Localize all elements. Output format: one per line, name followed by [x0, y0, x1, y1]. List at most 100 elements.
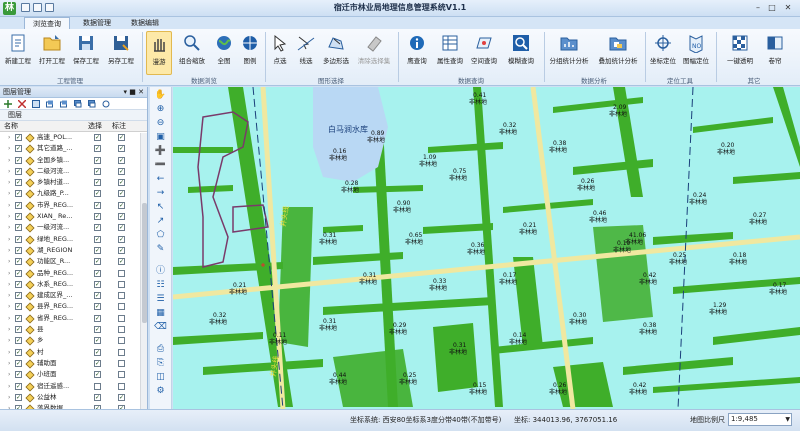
add-layer-icon[interactable] — [4, 100, 12, 108]
layer-visible-checkbox[interactable]: ✓ — [15, 292, 22, 300]
layer-select-checkbox[interactable]: ✓ — [94, 326, 101, 334]
layer-label-checkbox[interactable] — [118, 359, 125, 367]
move-top-icon[interactable] — [46, 100, 54, 108]
layer-visible-checkbox[interactable]: ✓ — [15, 269, 22, 277]
layer-row[interactable]: › ✓ 功能区_R... ✓ ✓ — [0, 256, 147, 267]
layer-label-checkbox[interactable] — [118, 326, 125, 334]
line-tool-icon[interactable]: ↗ — [154, 215, 167, 227]
layer-select-checkbox[interactable]: ✓ — [94, 224, 101, 232]
layer-visible-checkbox[interactable]: ✓ — [15, 246, 22, 254]
one-click-transparent-button[interactable]: 一键透明 — [720, 31, 760, 75]
area-measure-icon[interactable]: ▦ — [154, 307, 167, 319]
expand-icon[interactable]: › — [8, 324, 10, 335]
layer-label-checkbox[interactable]: ✓ — [118, 258, 125, 266]
layer-row[interactable]: › ✓ 全国乡镇... ✓ ✓ — [0, 155, 147, 166]
scroll-thumb[interactable] — [142, 203, 147, 323]
expand-icon[interactable]: › — [8, 381, 10, 392]
edit-tool-icon[interactable]: ✎ — [154, 243, 167, 255]
expand-icon[interactable]: › — [8, 234, 10, 245]
close-icon[interactable]: ✕ — [782, 2, 794, 13]
layer-select-checkbox[interactable]: ✓ — [94, 280, 101, 288]
expand-icon[interactable]: › — [8, 256, 10, 267]
measure-icon[interactable]: ☷ — [154, 279, 167, 291]
layer-label-checkbox[interactable]: ✓ — [118, 190, 125, 198]
eagle-query-button[interactable]: 鹰查询 — [402, 31, 432, 75]
layer-row[interactable]: › ✓ 乡镇村道... ✓ ✓ — [0, 177, 147, 188]
layer-visible-checkbox[interactable]: ✓ — [15, 235, 22, 243]
expand-icon[interactable]: › — [8, 290, 10, 301]
spatial-query-button[interactable]: 空间查询 — [468, 31, 500, 75]
layer-row[interactable]: › ✓ 省界_REG... ✓ — [0, 313, 147, 324]
layer-visible-checkbox[interactable]: ✓ — [15, 303, 22, 311]
layer-select-checkbox[interactable]: ✓ — [94, 156, 101, 164]
layer-visible-checkbox[interactable]: ✓ — [15, 337, 22, 345]
expand-icon[interactable]: › — [8, 392, 10, 403]
layer-select-checkbox[interactable]: ✓ — [94, 246, 101, 254]
fuzzy-query-button[interactable]: 模糊查询 — [502, 31, 540, 75]
layer-select-checkbox[interactable]: ✓ — [94, 314, 101, 322]
layer-row[interactable]: › ✓ 宿迁遥感... — [0, 381, 147, 392]
refresh-icon[interactable] — [102, 100, 110, 108]
layer-row[interactable]: › ✓ 品种_REG... ✓ — [0, 268, 147, 279]
expand-icon[interactable]: › — [8, 188, 10, 199]
ruler-icon[interactable]: ☰ — [154, 293, 167, 305]
layer-scrollbar[interactable] — [140, 133, 147, 409]
clear-selection-button[interactable]: 清除选择集 — [354, 31, 394, 75]
new-project-button[interactable]: 新建工程 — [2, 31, 34, 75]
layer-row[interactable]: › ✓ XIAN_ Re... ✓ ✓ — [0, 211, 147, 222]
print-icon[interactable]: ⎙ — [154, 343, 167, 355]
layer-select-checkbox[interactable]: ✓ — [94, 235, 101, 243]
clear-graphics-icon[interactable]: ⌫ — [154, 321, 167, 333]
layer-label-checkbox[interactable] — [118, 371, 125, 379]
layer-row[interactable]: › ✓ 一级河流... ✓ ✓ — [0, 222, 147, 233]
layer-row[interactable]: › ✓ 高速_POL... ✓ ✓ — [0, 132, 147, 143]
layer-row[interactable]: › ✓ 水系_REG... ✓ — [0, 279, 147, 290]
expand-icon[interactable]: › — [8, 166, 10, 177]
layer-label-checkbox[interactable]: ✓ — [118, 167, 125, 175]
expand-icon[interactable]: › — [8, 245, 10, 256]
layer-select-checkbox[interactable]: ✓ — [94, 371, 101, 379]
open-project-button[interactable]: 打开工程 — [36, 31, 68, 75]
layer-label-checkbox[interactable] — [118, 337, 125, 345]
combo-zoom-button[interactable]: 组合缩放 — [174, 31, 210, 75]
layer-row[interactable]: › ✓ 绿地_REG... ✓ ✓ — [0, 234, 147, 245]
polygon-select-button[interactable]: 多边形选 — [320, 31, 352, 75]
layer-label-checkbox[interactable]: ✓ — [118, 213, 125, 221]
layer-label-checkbox[interactable]: ✓ — [118, 201, 125, 209]
layer-row[interactable]: › ✓ 小班面 ✓ — [0, 369, 147, 380]
expand-icon[interactable]: › — [8, 222, 10, 233]
layer-row[interactable]: › ✓ 村 ✓ — [0, 347, 147, 358]
layer-select-checkbox[interactable]: ✓ — [94, 213, 101, 221]
layer-visible-checkbox[interactable]: ✓ — [15, 359, 22, 367]
layer-select-checkbox[interactable]: ✓ — [94, 201, 101, 209]
layer-label-checkbox[interactable] — [118, 348, 125, 356]
layer-visible-checkbox[interactable]: ✓ — [15, 134, 22, 141]
sheet-locate-button[interactable]: NO. 图幅定位 — [680, 31, 712, 75]
layer-label-checkbox[interactable]: ✓ — [118, 134, 125, 141]
layer-visible-checkbox[interactable]: ✓ — [15, 280, 22, 288]
maximize-icon[interactable]: □ — [766, 2, 778, 13]
layer-row[interactable]: › ✓ 辅助面 ✓ — [0, 358, 147, 369]
layer-select-checkbox[interactable]: ✓ — [94, 393, 101, 401]
layer-select-checkbox[interactable]: ✓ — [94, 167, 101, 175]
layer-visible-checkbox[interactable]: ✓ — [15, 326, 22, 334]
expand-icon[interactable]: › — [8, 279, 10, 290]
layer-row[interactable]: › ✓ 乡 ✓ — [0, 335, 147, 346]
overlay-stat-analysis-button[interactable]: 叠加统计分析 — [594, 31, 642, 75]
settings-icon[interactable]: ⚙ — [154, 385, 167, 397]
attribute-query-button[interactable]: 属性查询 — [434, 31, 466, 75]
layer-label-checkbox[interactable]: ✓ — [118, 246, 125, 254]
layer-row[interactable]: › ✓ 湖_REGION ✓ ✓ — [0, 245, 147, 256]
zoom-box-icon[interactable]: ▣ — [154, 131, 167, 143]
map-canvas[interactable]: 白马涧水库 井头线 井头线 0.89非林地0.41非林地2.09非林地0.16非… — [173, 87, 800, 409]
layer-visible-checkbox[interactable]: ✓ — [15, 145, 22, 153]
layer-label-checkbox[interactable] — [118, 314, 125, 322]
layer-row[interactable]: › ✓ 建成区界_... ✓ — [0, 290, 147, 301]
prev-extent-icon[interactable]: ← — [154, 173, 167, 185]
layer-row[interactable]: › ✓ 二级河流... ✓ ✓ — [0, 166, 147, 177]
layer-select-checkbox[interactable]: ✓ — [94, 292, 101, 300]
layer-select-checkbox[interactable] — [94, 382, 101, 390]
tab-data-management[interactable]: 数据管理 — [76, 17, 118, 29]
pan-tool-icon[interactable]: ✋ — [154, 89, 167, 101]
move-bottom-icon[interactable] — [88, 100, 96, 108]
